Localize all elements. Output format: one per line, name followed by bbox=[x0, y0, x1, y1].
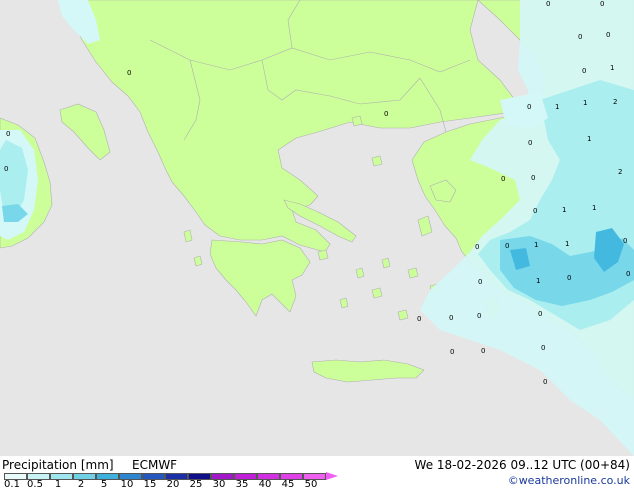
point-value: 1 bbox=[562, 206, 566, 214]
point-value: 0 bbox=[543, 378, 547, 386]
credit-label: ©weatheronline.co.uk bbox=[507, 474, 630, 487]
point-value: 1 bbox=[587, 135, 591, 143]
scale-tick-label: 2 bbox=[77, 479, 85, 490]
point-value: 0 bbox=[475, 243, 479, 251]
point-value: 0 bbox=[384, 110, 388, 118]
scale-tick-label: 1 bbox=[54, 479, 62, 490]
point-value: 0 bbox=[538, 310, 542, 318]
scale-tick-label: 10 bbox=[120, 479, 134, 490]
scale-swatch bbox=[73, 473, 96, 480]
scale-tick-label: 50 bbox=[304, 479, 318, 490]
point-value: 0 bbox=[478, 278, 482, 286]
scale-tick-label: 15 bbox=[143, 479, 157, 490]
scale-tick-label: 25 bbox=[189, 479, 203, 490]
point-value: 0 bbox=[449, 314, 453, 322]
color-scale bbox=[4, 472, 338, 480]
point-value: 1 bbox=[536, 277, 540, 285]
point-value: 1 bbox=[565, 240, 569, 248]
point-value: 0 bbox=[4, 165, 8, 173]
point-value: 0 bbox=[567, 274, 571, 282]
point-value: 0 bbox=[481, 347, 485, 355]
scale-tick-label: 45 bbox=[281, 479, 295, 490]
point-value: 0 bbox=[626, 270, 630, 278]
point-value: 0 bbox=[417, 315, 421, 323]
precipitation-map: 0 0 0 0 1 0 0 1 1 2 0 1 0 0 2 0 1 1 0 0 … bbox=[0, 0, 634, 456]
point-value: 1 bbox=[555, 103, 559, 111]
point-value: 0 bbox=[600, 0, 604, 8]
datetime-label: We 18-02-2026 09..12 UTC (00+84) bbox=[414, 458, 630, 472]
point-value: 0 bbox=[127, 69, 131, 77]
scale-tick-label: 40 bbox=[258, 479, 272, 490]
scale-tick-label: 0.1 bbox=[4, 479, 20, 490]
point-value: 0 bbox=[541, 344, 545, 352]
scale-tick-label: 35 bbox=[235, 479, 249, 490]
point-value: 1 bbox=[583, 99, 587, 107]
point-value: 0 bbox=[546, 0, 550, 8]
point-value: 0 bbox=[582, 67, 586, 75]
scale-swatch bbox=[50, 473, 73, 480]
point-value: 2 bbox=[613, 98, 617, 106]
point-value: 0 bbox=[533, 207, 537, 215]
point-value: 0 bbox=[606, 31, 610, 39]
point-value: 0 bbox=[450, 348, 454, 356]
point-value: 0 bbox=[623, 237, 627, 245]
point-value: 0 bbox=[505, 242, 509, 250]
model-name: ECMWF bbox=[132, 458, 178, 472]
point-value: 0 bbox=[527, 103, 531, 111]
point-value: 0 bbox=[501, 175, 505, 183]
legend-title: Precipitation [mm] bbox=[2, 458, 114, 472]
point-value: 1 bbox=[610, 64, 614, 72]
scale-tick-label: 0.5 bbox=[27, 479, 43, 490]
point-value: 1 bbox=[534, 241, 538, 249]
point-value: 0 bbox=[6, 130, 10, 138]
scale-swatch bbox=[96, 473, 119, 480]
point-value: 2 bbox=[618, 168, 622, 176]
point-value: 0 bbox=[578, 33, 582, 41]
scale-tick-label: 30 bbox=[212, 479, 226, 490]
scale-tick-label: 5 bbox=[100, 479, 108, 490]
point-value: 0 bbox=[528, 139, 532, 147]
point-value: 0 bbox=[477, 312, 481, 320]
point-value: 0 bbox=[531, 174, 535, 182]
point-value: 1 bbox=[592, 204, 596, 212]
scale-arrow bbox=[326, 472, 338, 480]
scale-tick-label: 20 bbox=[166, 479, 180, 490]
